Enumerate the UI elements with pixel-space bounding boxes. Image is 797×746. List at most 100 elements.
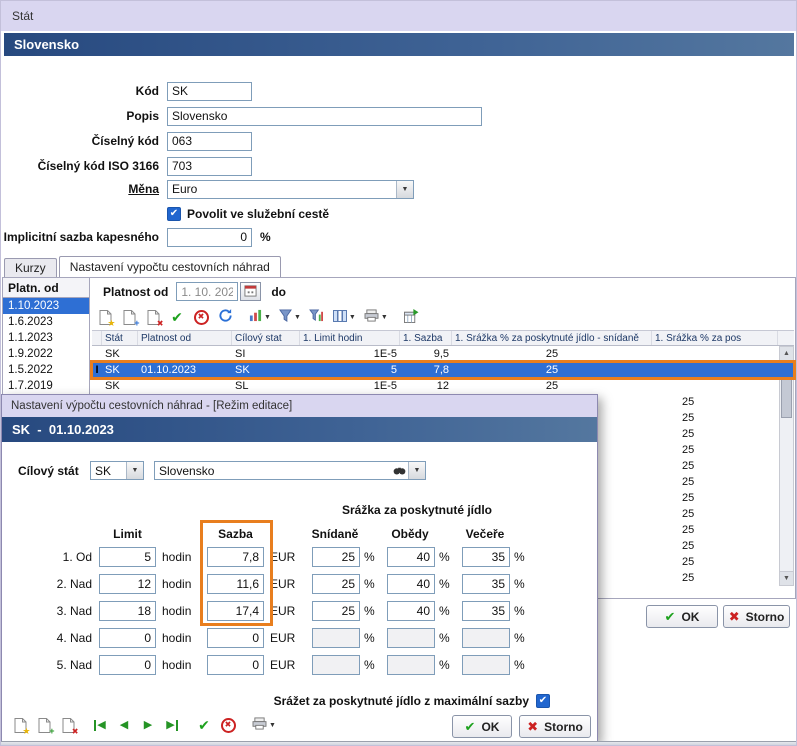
delete-record-button[interactable]: ✖ bbox=[56, 714, 80, 737]
sazba-input[interactable] bbox=[207, 574, 264, 594]
scroll-down-icon[interactable]: ▼ bbox=[780, 571, 793, 585]
eur-unit-label: EUR bbox=[270, 631, 295, 645]
scroll-up-icon[interactable]: ▲ bbox=[780, 347, 793, 361]
sazba-input[interactable] bbox=[207, 547, 264, 567]
vecere-input[interactable] bbox=[462, 574, 510, 594]
validity-list-item[interactable]: 1.7.2019 bbox=[3, 378, 89, 394]
vecere-input[interactable] bbox=[462, 655, 510, 675]
grid-header-platnost[interactable]: Platnost od bbox=[138, 331, 232, 345]
grid-row[interactable]: SKSI1E-59,525 bbox=[92, 346, 794, 362]
limit-input[interactable] bbox=[99, 601, 156, 621]
tab-kurzy[interactable]: Kurzy bbox=[4, 258, 57, 277]
grid-header-srazka-2[interactable]: 1. Srážka % za pos bbox=[652, 331, 778, 345]
export-table-button[interactable] bbox=[400, 306, 424, 329]
sazba-input[interactable] bbox=[207, 628, 264, 648]
columns-icon bbox=[333, 310, 347, 325]
obedy-input[interactable] bbox=[387, 547, 435, 567]
calendar-button[interactable] bbox=[240, 282, 261, 301]
graph-menu-button[interactable]: ▼ bbox=[245, 306, 275, 329]
chevron-down-icon[interactable]: ▼ bbox=[126, 462, 143, 479]
ciselny-kod-input[interactable] bbox=[167, 132, 252, 151]
vecere-input[interactable] bbox=[462, 628, 510, 648]
filter-graph-icon bbox=[309, 309, 324, 325]
povolit-checkbox[interactable]: ✔ bbox=[167, 207, 181, 221]
previous-record-button[interactable]: ◀ bbox=[112, 714, 136, 737]
validity-list-item[interactable]: 1.1.2023 bbox=[3, 330, 89, 346]
grid-cell-srazka2: 25 bbox=[652, 458, 778, 474]
new-record-button[interactable]: ★ bbox=[8, 714, 32, 737]
first-record-button[interactable]: ◀ bbox=[88, 714, 112, 737]
confirm-button[interactable]: ✔ bbox=[165, 306, 189, 329]
grid-header-stat[interactable]: Stát bbox=[102, 331, 138, 345]
snidane-input[interactable] bbox=[312, 574, 360, 594]
copy-record-button[interactable]: + bbox=[32, 714, 56, 737]
copy-record-button[interactable]: + bbox=[117, 306, 141, 329]
vecere-input[interactable] bbox=[462, 601, 510, 621]
sazba-input[interactable] bbox=[207, 601, 264, 621]
obedy-input[interactable] bbox=[387, 574, 435, 594]
target-state-name-combobox[interactable]: Slovensko ▼ bbox=[154, 461, 426, 480]
validity-list-item[interactable]: 1.10.2023 bbox=[3, 298, 89, 314]
refresh-button[interactable] bbox=[213, 306, 237, 329]
target-state-label: Cílový stát bbox=[18, 464, 79, 478]
target-state-code: SK bbox=[91, 462, 126, 479]
storno-button[interactable]: ✖Storno bbox=[723, 605, 790, 628]
obedy-input[interactable] bbox=[387, 628, 435, 648]
grid-header-srazka-snidane[interactable]: 1. Srážka % za poskytnuté jídlo - snídan… bbox=[452, 331, 652, 345]
limit-input[interactable] bbox=[99, 547, 156, 567]
vecere-input[interactable] bbox=[462, 547, 510, 567]
target-state-code-combobox[interactable]: SK ▼ bbox=[90, 461, 144, 480]
validity-list-item[interactable]: 1.9.2022 bbox=[3, 346, 89, 362]
kapesne-label: Implicitní sazba kapesného bbox=[1, 230, 159, 244]
platnost-od-input[interactable] bbox=[176, 282, 238, 301]
print-menu-button[interactable]: ▼ bbox=[248, 714, 280, 737]
snidane-input[interactable] bbox=[312, 547, 360, 567]
tab-nastaveni-nahrad[interactable]: Nastavení vypočtu cestovních náhrad bbox=[59, 256, 281, 277]
snidane-input[interactable] bbox=[312, 628, 360, 648]
filter-menu-button[interactable]: ▼ bbox=[275, 306, 305, 329]
chevron-down-icon[interactable]: ▼ bbox=[396, 181, 413, 198]
obedy-column-label: Obědy bbox=[382, 527, 438, 541]
last-record-button[interactable]: ▶ bbox=[160, 714, 184, 737]
grid-header-limit[interactable]: 1. Limit hodin bbox=[300, 331, 400, 345]
grid-cell-marker bbox=[92, 378, 102, 394]
obedy-input[interactable] bbox=[387, 601, 435, 621]
confirm-button[interactable]: ✔ bbox=[192, 714, 216, 737]
dialog-storno-button[interactable]: ✖Storno bbox=[519, 715, 591, 738]
limit-input[interactable] bbox=[99, 655, 156, 675]
printer-icon bbox=[252, 717, 267, 733]
validity-list-item[interactable]: 1.6.2023 bbox=[3, 314, 89, 330]
next-record-button[interactable]: ▶ bbox=[136, 714, 160, 737]
iso-input[interactable] bbox=[167, 157, 252, 176]
snidane-input[interactable] bbox=[312, 655, 360, 675]
ok-button[interactable]: ✔OK bbox=[646, 605, 718, 628]
grid-row[interactable]: SKSL1E-51225 bbox=[92, 378, 794, 394]
chevron-down-icon[interactable]: ▼ bbox=[408, 462, 425, 479]
max-rate-checkbox[interactable]: ✔ bbox=[536, 694, 550, 708]
obedy-input[interactable] bbox=[387, 655, 435, 675]
limit-input[interactable] bbox=[99, 628, 156, 648]
grid-header-sazba[interactable]: 1. Sazba bbox=[400, 331, 452, 345]
filter-graph-button[interactable] bbox=[305, 306, 329, 329]
delete-record-button[interactable]: ✖ bbox=[141, 306, 165, 329]
validity-list-header[interactable]: Platn. od bbox=[3, 278, 89, 298]
grid-vertical-scrollbar[interactable]: ▲ ▼ bbox=[779, 346, 794, 586]
mena-label[interactable]: Měna bbox=[1, 182, 159, 196]
sazba-input[interactable] bbox=[207, 655, 264, 675]
kod-input[interactable] bbox=[167, 82, 252, 101]
snidane-input[interactable] bbox=[312, 601, 360, 621]
cancel-button[interactable]: ✖ bbox=[189, 306, 213, 329]
kapesne-input[interactable] bbox=[167, 228, 252, 247]
cancel-button[interactable]: ✖ bbox=[216, 714, 240, 737]
new-record-button[interactable]: ★ bbox=[93, 306, 117, 329]
binoculars-icon[interactable] bbox=[393, 462, 406, 479]
print-menu-button[interactable]: ▼ bbox=[360, 306, 392, 329]
dialog-ok-button[interactable]: ✔OK bbox=[452, 715, 512, 738]
columns-menu-button[interactable]: ▼ bbox=[329, 306, 360, 329]
popis-input[interactable] bbox=[167, 107, 482, 126]
mena-combobox[interactable]: Euro ▼ bbox=[167, 180, 414, 199]
limit-input[interactable] bbox=[99, 574, 156, 594]
grid-header-cilovy-stat[interactable]: Cílový stat bbox=[232, 331, 300, 345]
grid-row[interactable]: ISK01.10.2023SK57,825 bbox=[92, 362, 794, 378]
validity-list-item[interactable]: 1.5.2022 bbox=[3, 362, 89, 378]
